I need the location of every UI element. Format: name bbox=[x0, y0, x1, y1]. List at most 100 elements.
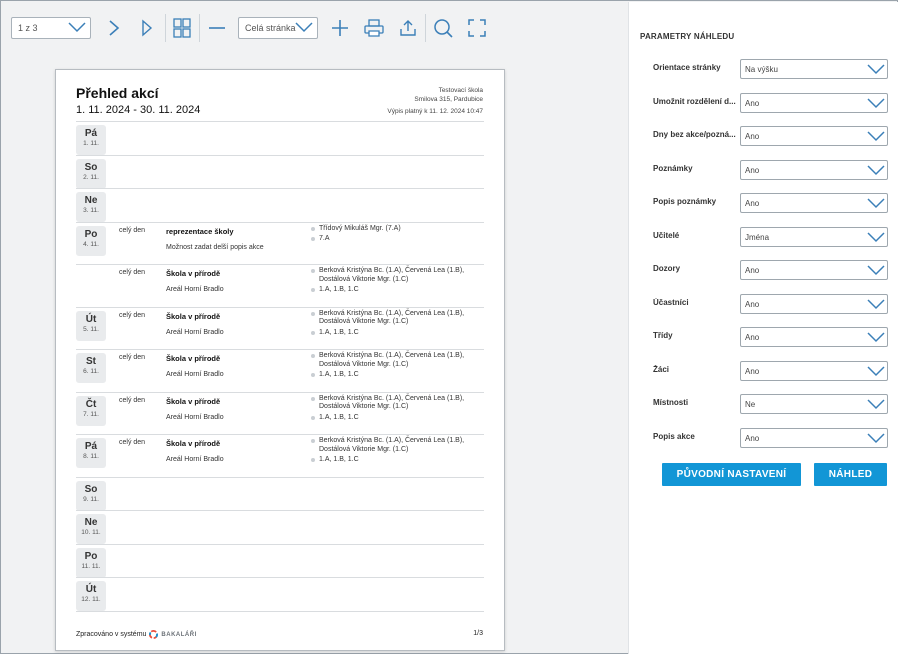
event-classes: 1.A, 1.B, 1.C bbox=[311, 456, 359, 463]
day-date: 12. 11. bbox=[81, 596, 101, 603]
day-badge: Út 5. 11. bbox=[76, 310, 106, 341]
parameter-select[interactable]: Jména bbox=[740, 226, 888, 247]
parameter-label: Místnosti bbox=[653, 398, 689, 407]
parameter-label: Umožnit rozdělení d... bbox=[653, 96, 736, 106]
event-classes: 1.A, 1.B, 1.C bbox=[311, 371, 359, 378]
class-bullet-icon bbox=[311, 373, 315, 377]
table-bottom-border bbox=[76, 610, 484, 612]
parameter-value: Ano bbox=[745, 366, 760, 376]
table-row: Pá 1. 11. bbox=[76, 121, 484, 155]
day-date: 7. 11. bbox=[83, 410, 99, 418]
day-name: Po bbox=[84, 550, 98, 562]
parameter-select[interactable]: Ano bbox=[740, 327, 888, 347]
school-address: Smilova 315, Pardubice bbox=[414, 96, 483, 103]
event-description: Areál Horní Bradlo bbox=[166, 371, 224, 378]
day-badge: So 9. 11. bbox=[76, 480, 106, 511]
page-select[interactable]: 1 z 3 bbox=[11, 17, 91, 39]
reset-defaults-button[interactable]: PŮVODNÍ NASTAVENÍ bbox=[662, 463, 801, 486]
event-teachers-text: Berková Kristýna Bc. (1.A), Červená Lea … bbox=[319, 267, 465, 283]
day-date: 4. 11. bbox=[83, 240, 99, 248]
validity-timestamp: Výpis platný k 11. 12. 2024 10:47 bbox=[387, 108, 483, 115]
teacher-bullet-icon bbox=[311, 439, 315, 443]
parameter-value: Ne bbox=[745, 400, 756, 409]
parameter-label: Žáci bbox=[653, 364, 670, 374]
day-date: 3. 11. bbox=[83, 207, 99, 214]
chevron-down-icon bbox=[867, 364, 885, 380]
event-teachers: Berková Kristýna Bc. (1.A), Červená Lea … bbox=[311, 352, 476, 369]
parameter-select[interactable]: Ano bbox=[740, 260, 888, 280]
parameter-select[interactable]: Ano bbox=[740, 293, 888, 314]
zoom-select[interactable]: Celá stránka bbox=[238, 17, 318, 39]
search-icon[interactable] bbox=[430, 15, 456, 41]
event-teachers-text: Třídový Mikuláš Mgr. (7.A) bbox=[319, 224, 401, 232]
footer-brand: BAKALÁŘI bbox=[161, 631, 197, 638]
parameter-value: Ano bbox=[745, 433, 760, 443]
day-date: 6. 11. bbox=[83, 368, 99, 375]
toolbar-divider bbox=[199, 14, 200, 42]
event-name: reprezentace školy bbox=[166, 226, 234, 236]
parameter-select[interactable]: Ano bbox=[740, 159, 888, 180]
event-classes-text: 1.A, 1.B, 1.C bbox=[319, 413, 359, 421]
parameter-select[interactable]: Na výšku bbox=[740, 59, 888, 79]
event-teachers: Berková Kristýna Bc. (1.A), Červená Lea … bbox=[311, 395, 476, 412]
parameter-select[interactable]: Ano bbox=[740, 427, 888, 448]
preview-button[interactable]: NÁHLED bbox=[814, 463, 887, 486]
table-row: So 9. 11. bbox=[76, 476, 484, 511]
teacher-bullet-icon bbox=[311, 269, 315, 273]
chevron-down-icon bbox=[867, 230, 885, 246]
next-page-icon[interactable] bbox=[101, 15, 127, 41]
teacher-bullet-icon bbox=[311, 226, 315, 231]
day-badge: Po 4. 11. bbox=[76, 225, 106, 256]
parameter-select[interactable]: Ano bbox=[740, 92, 888, 113]
day-name: So bbox=[84, 161, 98, 173]
parameter-row: Účastníci Ano bbox=[629, 293, 898, 316]
multi-page-icon[interactable] bbox=[169, 15, 195, 41]
parameter-select[interactable]: Ano bbox=[740, 126, 888, 146]
zoom-in-icon[interactable] bbox=[327, 15, 353, 41]
parameter-select[interactable]: Ano bbox=[740, 193, 888, 213]
parameter-value: Na výšku bbox=[745, 65, 778, 74]
event-name: Škola v přírodě bbox=[166, 396, 221, 406]
parameter-row: Orientace stránky Na výšku bbox=[629, 59, 898, 81]
parameter-value: Ano bbox=[745, 299, 760, 309]
print-icon[interactable] bbox=[361, 15, 387, 41]
zoom-out-icon[interactable] bbox=[204, 15, 230, 41]
document-title: Přehled akcí bbox=[76, 85, 159, 101]
parameter-label: Dozory bbox=[653, 264, 681, 273]
chevron-down-icon bbox=[867, 297, 885, 313]
event-time: celý den bbox=[119, 354, 146, 361]
preview-window: 1 z 3 Celá stránka Přehled akcí 1. 11. 2… bbox=[0, 0, 898, 654]
parameter-value: Jména bbox=[745, 232, 770, 242]
event-name: Škola v přírodě bbox=[166, 354, 221, 363]
day-date: 9. 11. bbox=[83, 495, 99, 503]
teacher-bullet-icon bbox=[311, 354, 315, 358]
zoom-select-value: Celá stránka bbox=[245, 23, 296, 33]
last-page-icon[interactable] bbox=[134, 15, 160, 41]
chevron-down-icon bbox=[867, 263, 885, 279]
parameter-select[interactable]: Ne bbox=[740, 394, 888, 414]
parameter-row: Dozory Ano bbox=[629, 260, 898, 282]
parameter-value: Ano bbox=[745, 199, 760, 208]
parameter-row: Umožnit rozdělení d... Ano bbox=[629, 92, 898, 115]
event-name: Škola v přírodě bbox=[166, 311, 221, 321]
event-teachers: Berková Kristýna Bc. (1.A), Červená Lea … bbox=[311, 310, 476, 327]
chevron-down-icon bbox=[867, 397, 885, 413]
event-name: Škola v přírodě bbox=[166, 269, 221, 278]
table-row: celý den Škola v přírodě Areál Horní Bradl… bbox=[76, 264, 484, 307]
parameter-label: Účastníci bbox=[653, 297, 689, 307]
export-icon[interactable] bbox=[395, 15, 421, 41]
event-time: celý den bbox=[119, 226, 146, 234]
day-badge: Pá 8. 11. bbox=[76, 438, 106, 468]
event-classes-text: 1.A, 1.B, 1.C bbox=[319, 371, 359, 378]
day-name: So bbox=[84, 483, 98, 495]
fullscreen-icon[interactable] bbox=[464, 15, 490, 41]
parameter-select[interactable]: Ano bbox=[740, 360, 888, 381]
table-row: Po 4. 11. celý den reprezentace školy Možnos… bbox=[76, 221, 484, 265]
day-badge: Čt 7. 11. bbox=[76, 395, 106, 426]
day-date: 5. 11. bbox=[83, 325, 99, 333]
parameter-row: Popis poznámky Ano bbox=[629, 193, 898, 215]
bakalari-logo: BAKALÁŘI bbox=[149, 630, 196, 639]
event-description: Areál Horní Bradlo bbox=[166, 456, 224, 463]
parameter-row: Třídy Ano bbox=[629, 327, 898, 349]
parameter-label: Popis poznámky bbox=[653, 197, 717, 206]
